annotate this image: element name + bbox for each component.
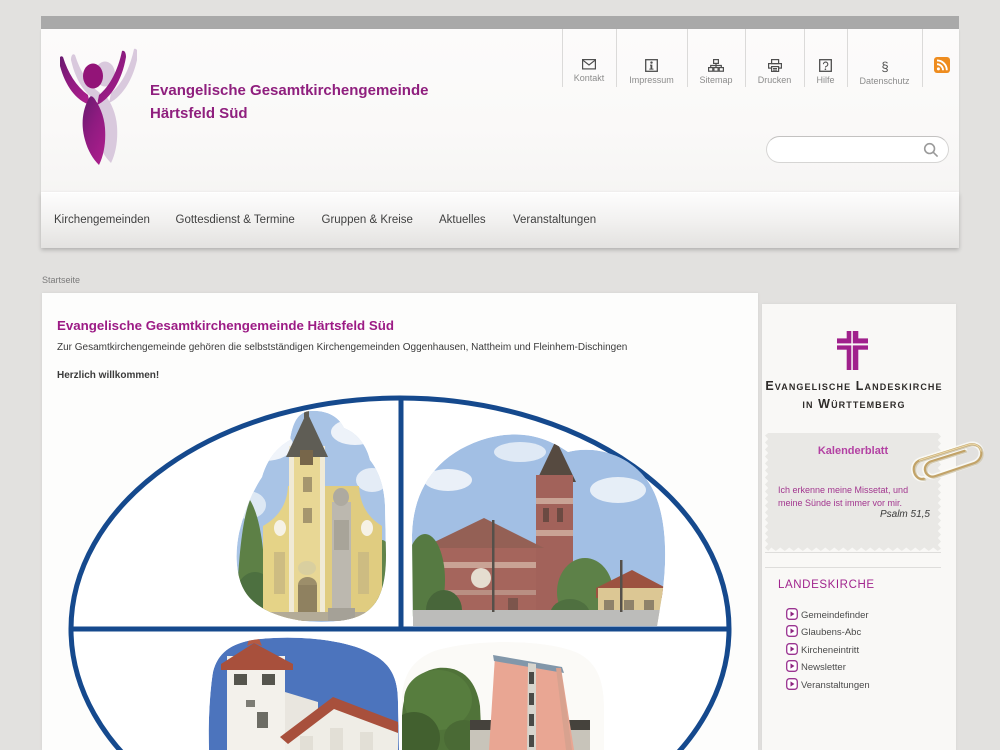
svg-text:§: §	[881, 59, 888, 73]
